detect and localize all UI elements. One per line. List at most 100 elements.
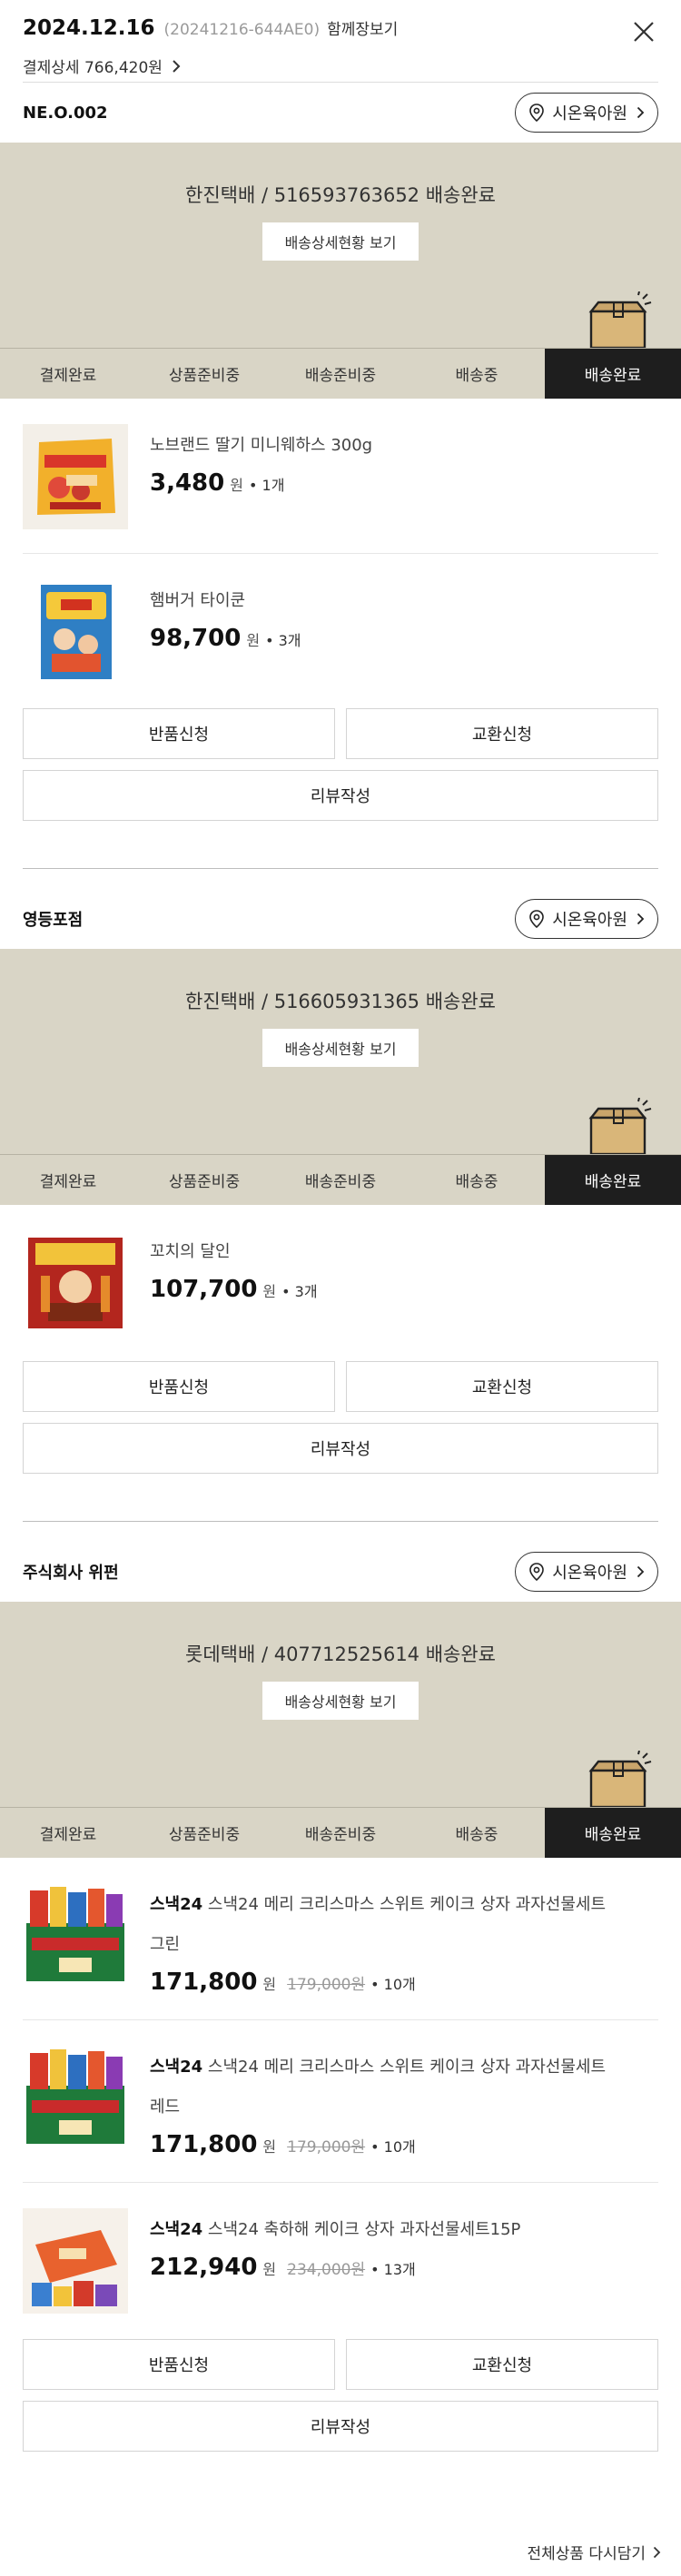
snack-gift-green-thumbnail xyxy=(23,1883,128,1989)
seller-row: 영등포점 시온육아원 xyxy=(0,889,681,949)
step-delivered: 배송완료 xyxy=(545,1155,681,1205)
step-preparing-product: 상품준비중 xyxy=(168,367,241,385)
product-info: 스낵24 스낵24 축하해 케이크 상자 과자선물세트15P 212,940 원… xyxy=(150,2208,520,2314)
product-item[interactable]: 햄버거 타이쿤 98,700 원 • 3개 xyxy=(0,554,681,685)
reorder-all-link[interactable]: 전체상품 다시담기 xyxy=(527,2541,661,2563)
step-payment-complete: 결제완료 xyxy=(39,1826,97,1844)
store-location-button[interactable]: 시온육아원 xyxy=(515,93,658,133)
exchange-request-button[interactable]: 교환신청 xyxy=(346,708,658,759)
currency-label: 원 xyxy=(262,2138,277,2156)
order-detail-page: 2024.12.16 (20241216-644AE0) 함께장보기 결제상세 … xyxy=(0,0,681,2576)
delivery-progress-steps: 결제완료 상품준비중 배송준비중 배송중 배송완료 xyxy=(0,1154,681,1205)
product-price-row: 212,940 원 234,000원 • 13개 xyxy=(150,2254,520,2281)
chevron-right-icon xyxy=(653,2546,661,2558)
delivery-tracking-text: 한진택배 / 516593763652 배송완료 xyxy=(185,184,496,206)
exchange-request-button[interactable]: 교환신청 xyxy=(346,2339,658,2390)
order-header: 2024.12.16 (20241216-644AE0) 함께장보기 결제상세 … xyxy=(0,0,681,82)
currency-label: 원 xyxy=(262,1283,277,1300)
step-payment-complete: 결제완료 xyxy=(39,1173,97,1191)
delivery-status-banner: 한진택배 / 516605931365 배송완료 배송상세현황 보기 xyxy=(0,949,681,1154)
product-info: 스낵24 스낵24 메리 크리스마스 스위트 케이크 상자 과자선물세트 그린 … xyxy=(150,1883,606,1996)
order-action-row: 반품신청 교환신청 xyxy=(0,2339,681,2390)
product-info: 꼬치의 달인 107,700 원 • 3개 xyxy=(150,1230,318,1336)
tracking-detail-button[interactable]: 배송상세현황 보기 xyxy=(262,222,419,261)
store-location-button[interactable]: 시온육아원 xyxy=(515,1552,658,1592)
return-request-button[interactable]: 반품신청 xyxy=(23,2339,335,2390)
product-name-text: 스낵24 메리 크리스마스 스위트 케이크 상자 과자선물세트 xyxy=(207,1895,607,1914)
step-delivered: 배송완료 xyxy=(545,349,681,399)
delivery-tracking-text: 롯데택배 / 407712525614 배송완료 xyxy=(185,1643,496,1665)
product-name: 꼬치의 달인 xyxy=(150,1242,231,1261)
return-request-button[interactable]: 반품신청 xyxy=(23,1361,335,1412)
step-payment-complete: 결제완료 xyxy=(39,367,97,385)
product-price: 171,800 xyxy=(150,1969,258,1996)
product-item[interactable]: 스낵24 스낵24 축하해 케이크 상자 과자선물세트15P 212,940 원… xyxy=(0,2183,681,2314)
chevron-right-icon xyxy=(637,1565,645,1578)
product-info: 햄버거 타이쿤 98,700 원 • 3개 xyxy=(150,579,301,685)
product-item[interactable]: 스낵24 스낵24 메리 크리스마스 스위트 케이크 상자 과자선물세트 레드 … xyxy=(0,2020,681,2158)
step-preparing-shipment: 배송준비중 xyxy=(304,1173,377,1191)
close-icon[interactable] xyxy=(632,20,656,44)
write-review-button[interactable]: 리뷰작성 xyxy=(23,2401,658,2452)
location-pin-icon xyxy=(529,1563,544,1581)
exchange-request-button[interactable]: 교환신청 xyxy=(346,1361,658,1412)
write-review-button[interactable]: 리뷰작성 xyxy=(23,1423,658,1474)
delivery-progress-steps: 결제완료 상품준비중 배송준비중 배송중 배송완료 xyxy=(0,348,681,399)
write-review-button[interactable]: 리뷰작성 xyxy=(23,770,658,821)
reorder-all-label: 전체상품 다시담기 xyxy=(527,2545,646,2563)
product-name: 스낵24 스낵24 축하해 케이크 상자 과자선물세트15P xyxy=(150,2210,520,2250)
product-info: 노브랜드 딸기 미니웨하스 300g 3,480 원 • 1개 xyxy=(150,424,372,529)
original-price: 234,000원 xyxy=(287,2261,366,2279)
tracking-detail-button[interactable]: 배송상세현황 보기 xyxy=(262,1029,419,1067)
step-preparing-product: 상품준비중 xyxy=(168,1173,241,1191)
store-location-button[interactable]: 시온육아원 xyxy=(515,899,658,939)
seller-name: 주식회사 위펀 xyxy=(23,1564,119,1583)
product-price: 107,700 xyxy=(150,1276,258,1303)
product-price-row: 107,700 원 • 3개 xyxy=(150,1276,318,1303)
product-option: 레드 xyxy=(150,2097,181,2117)
delivery-status-banner: 롯데택배 / 407712525614 배송완료 배송상세현황 보기 xyxy=(0,1602,681,1807)
store-button-label: 시온육아원 xyxy=(552,104,627,123)
product-option: 그린 xyxy=(150,1935,181,1954)
step-shipping: 배송중 xyxy=(455,1826,498,1844)
product-quantity: • 1개 xyxy=(248,477,285,494)
store-button-label: 시온육아원 xyxy=(552,1564,627,1583)
payment-detail-link[interactable]: 결제상세 766,420원 xyxy=(23,54,658,77)
product-price: 212,940 xyxy=(150,2254,258,2281)
product-item[interactable]: 꼬치의 달인 107,700 원 • 3개 xyxy=(0,1205,681,1336)
product-info: 스낵24 스낵24 메리 크리스마스 스위트 케이크 상자 과자선물세트 레드 … xyxy=(150,2046,606,2158)
order-action-row: 반품신청 교환신청 xyxy=(0,1361,681,1412)
currency-label: 원 xyxy=(230,477,243,494)
store-button-label: 시온육아원 xyxy=(552,911,627,930)
product-price-row: 3,480 원 • 1개 xyxy=(150,469,372,497)
chevron-right-icon xyxy=(637,913,645,925)
product-quantity: • 10개 xyxy=(370,1976,416,1993)
seller-section: NE.O.002 시온육아원 한진택배 / 516593763652 배송완료 … xyxy=(0,83,681,869)
delivery-tracking-text: 한진택배 / 516605931365 배송완료 xyxy=(185,991,496,1012)
seller-row: NE.O.002 시온육아원 xyxy=(0,83,681,143)
return-request-button[interactable]: 반품신청 xyxy=(23,708,335,759)
order-action-row: 반품신청 교환신청 xyxy=(0,708,681,759)
currency-label: 원 xyxy=(262,1976,277,1993)
section-divider xyxy=(23,868,658,869)
tracking-detail-button[interactable]: 배송상세현황 보기 xyxy=(262,1682,419,1720)
product-price-row: 171,800 원 179,000원 • 10개 xyxy=(150,1969,606,1996)
product-name-text: 스낵24 메리 크리스마스 스위트 케이크 상자 과자선물세트 xyxy=(207,2058,607,2077)
step-preparing-shipment: 배송준비중 xyxy=(304,367,377,385)
seller-row: 주식회사 위펀 시온육아원 xyxy=(0,1542,681,1602)
product-quantity: • 10개 xyxy=(370,2138,416,2156)
product-brand: 스낵24 xyxy=(150,1895,203,1914)
step-delivered: 배송완료 xyxy=(545,1808,681,1858)
step-preparing-product: 상품준비중 xyxy=(168,1826,241,1844)
original-price: 179,000원 xyxy=(287,1976,366,1994)
delivery-box-icon xyxy=(588,1098,652,1154)
product-item[interactable]: 노브랜드 딸기 미니웨하스 300g 3,480 원 • 1개 xyxy=(0,399,681,529)
snack-gift-red-thumbnail xyxy=(23,2046,128,2151)
location-pin-icon xyxy=(529,910,544,928)
product-price-row: 98,700 원 • 3개 xyxy=(150,625,301,652)
product-brand: 스낵24 xyxy=(150,2220,203,2239)
product-price-row: 171,800 원 179,000원 • 10개 xyxy=(150,2131,606,2158)
board-game-thumbnail xyxy=(23,579,128,685)
product-item[interactable]: 스낵24 스낵24 메리 크리스마스 스위트 케이크 상자 과자선물세트 그린 … xyxy=(0,1858,681,1996)
seller-name: 영등포점 xyxy=(23,911,84,930)
